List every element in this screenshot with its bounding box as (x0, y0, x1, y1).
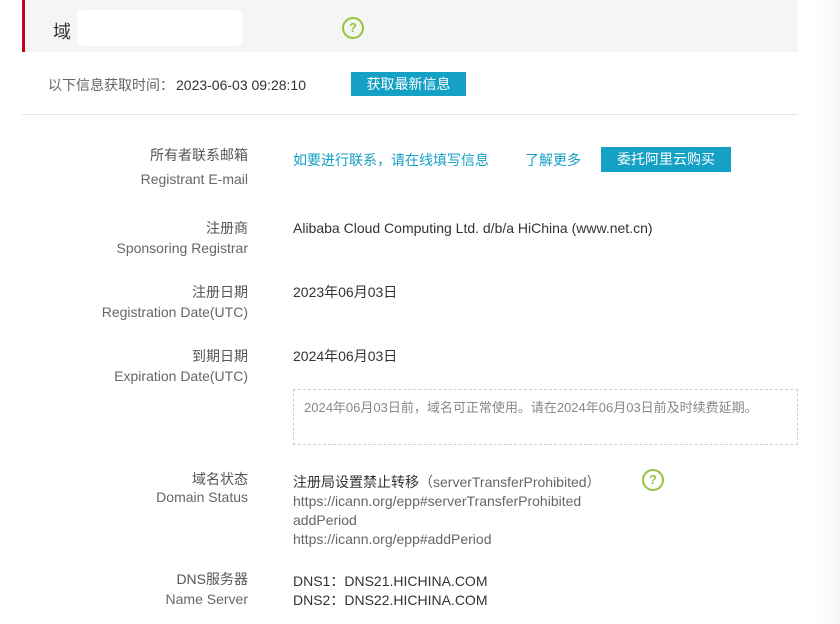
status-label-en: Domain Status (156, 488, 248, 505)
dns-label-en: Name Server (165, 591, 248, 608)
fetch-time-row: 以下信息获取时间： 2023-06-03 09:28:10 (48, 75, 306, 95)
learn-more-link[interactable]: 了解更多 (525, 151, 581, 170)
page-header: 域 的注册信息 (22, 0, 798, 52)
divider (22, 114, 798, 115)
renewal-notice: 2024年06月03日前，域名可正常使用。请在2024年06月03日前及时续费延… (293, 389, 798, 445)
status-1: 注册局设置禁止转移（serverTransferProhibited） (293, 473, 601, 492)
help-question-icon[interactable]: ? (342, 17, 364, 39)
reg-date-label-en: Registration Date(UTC) (101, 304, 248, 321)
registrar-label: 注册商 Sponsoring Registrar (116, 218, 248, 259)
right-edge-shadow (818, 0, 840, 624)
status-label-cn: 域名状态 (192, 471, 248, 487)
refresh-info-button[interactable]: 获取最新信息 (351, 72, 466, 96)
dns-value: DNS1：DNS21.HICHINA.COM DNS2：DNS22.HICHIN… (293, 572, 487, 610)
registrar-label-cn: 注册商 (206, 220, 248, 236)
status-1-code: （serverTransferProhibited） (419, 474, 601, 490)
reg-date-value: 2023年06月03日 (293, 284, 398, 300)
dns-label-cn: DNS服务器 (176, 571, 248, 587)
email-label-en: Registrant E-mail (140, 171, 248, 188)
exp-date-label-cn: 到期日期 (192, 348, 248, 364)
ns2: DNS2：DNS22.HICHINA.COM (293, 592, 488, 608)
fetch-time-label: 以下信息获取时间： (48, 77, 174, 93)
redacted-domain-mask (77, 10, 242, 46)
dns-label: DNS服务器 Name Server (166, 569, 248, 610)
email-label-cn: 所有者联系邮箱 (150, 147, 248, 163)
status-1-cn: 注册局设置禁止转移 (293, 474, 419, 490)
status-value: 注册局设置禁止转移（serverTransferProhibited） http… (293, 473, 601, 549)
exp-date-label-en: Expiration Date(UTC) (114, 368, 248, 385)
status-1-url[interactable]: https://icann.org/epp#serverTransferProh… (293, 492, 601, 511)
registrar-label-en: Sponsoring Registrar (116, 240, 248, 257)
status-2: addPeriod (293, 512, 357, 528)
ns1: DNS1：DNS21.HICHINA.COM (293, 573, 488, 589)
status-2-url[interactable]: https://icann.org/epp#addPeriod (293, 530, 601, 549)
exp-date-label: 到期日期 Expiration Date(UTC) (114, 346, 248, 387)
help-question-icon[interactable]: ? (642, 469, 664, 491)
entrust-buy-button[interactable]: 委托阿里云购买 (601, 147, 731, 172)
reg-date-label-cn: 注册日期 (192, 284, 248, 300)
fetch-time-value: 2023-06-03 09:28:10 (176, 77, 306, 93)
registrar-value: Alibaba Cloud Computing Ltd. d/b/a HiChi… (293, 220, 653, 236)
exp-date-value: 2024年06月03日 (293, 348, 398, 364)
reg-date-label: 注册日期 Registration Date(UTC) (102, 282, 248, 323)
email-label: 所有者联系邮箱 Registrant E-mail (141, 145, 248, 190)
contact-online-link[interactable]: 如要进行联系，请在线填写信息 (293, 151, 489, 170)
status-label: 域名状态 Domain Status (156, 471, 248, 506)
